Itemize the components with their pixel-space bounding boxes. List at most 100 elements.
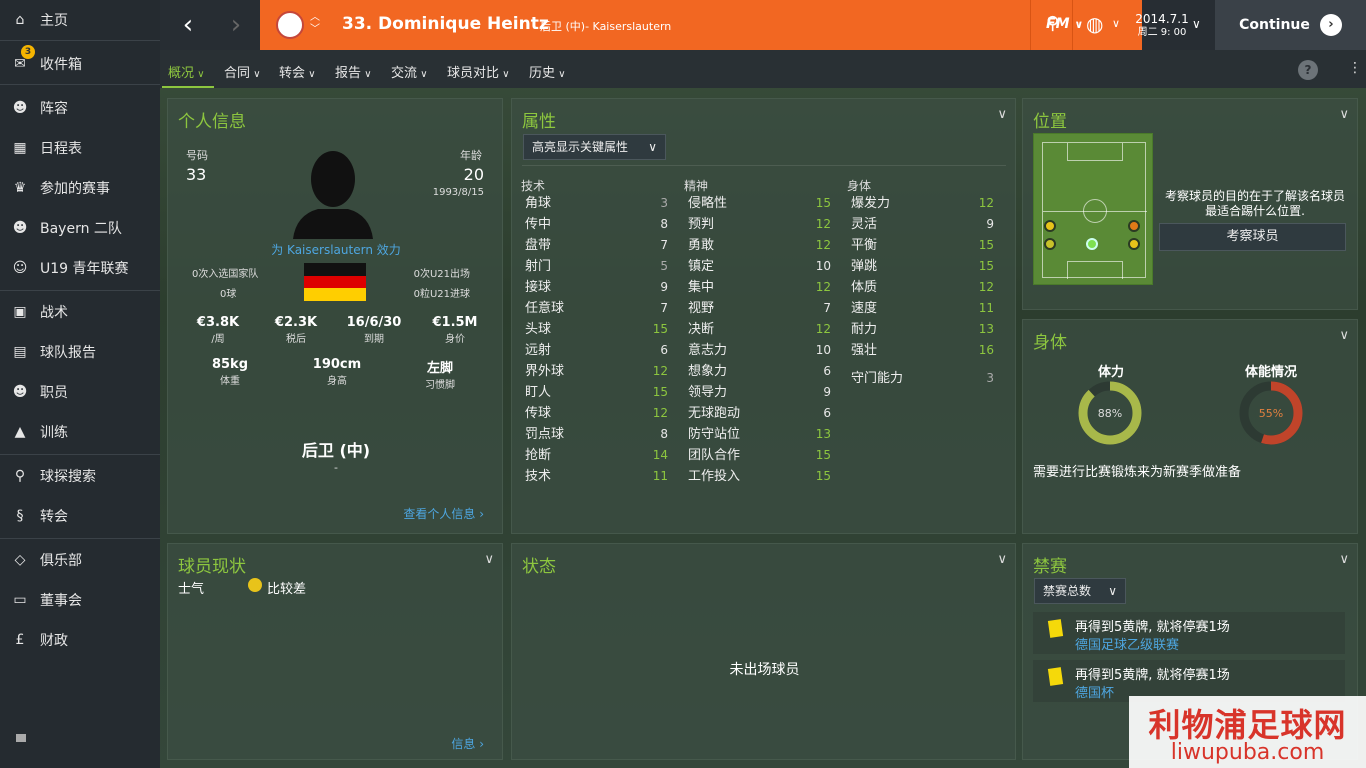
stamina-ring: 88% <box>1078 381 1142 445</box>
attribute-value: 9 <box>660 280 668 294</box>
tab[interactable]: 转会 ∨ <box>279 62 316 81</box>
suspension-dropdown[interactable]: 禁赛总数 ∨ <box>1034 578 1126 604</box>
sidebar-item[interactable]: ▭ 董事会 <box>0 582 160 618</box>
watermark: 利物浦足球网 liwupuba.com <box>1129 696 1366 768</box>
attribute-value: 5 <box>660 259 668 273</box>
sidebar-item[interactable]: ▲ 训练 <box>0 414 160 450</box>
attribute-name: 爆发力 <box>851 196 891 211</box>
attribute-name: 远射 <box>525 343 552 358</box>
chevron-down-icon: ∨ <box>305 69 316 80</box>
panel-title: 个人信息 <box>178 112 246 132</box>
weight: 85kg <box>211 357 249 372</box>
board-icon: ▭ <box>13 592 27 608</box>
attribute-name: 平衡 <box>851 238 878 253</box>
sidebar-item[interactable]: ☺ U19 青年联赛 <box>0 250 160 286</box>
home-icon: ⌂ <box>15 12 25 28</box>
attribute-value: 10 <box>815 343 831 357</box>
more-icon[interactable]: ⋮ <box>1348 60 1362 76</box>
condition-ring: 55% <box>1239 381 1303 445</box>
attribute-name: 预判 <box>688 217 715 232</box>
continue-button[interactable]: Continue › <box>1215 0 1366 50</box>
tab[interactable]: 概况 ∨ <box>168 62 205 81</box>
sidebar-item[interactable]: ▦ 日程表 <box>0 130 160 166</box>
chevron-down-icon[interactable]: ∨ <box>997 107 1007 122</box>
chevron-down-icon[interactable]: ∨ <box>1192 17 1201 31</box>
date-display[interactable]: 2014.7.1 周二 9: 00 <box>1122 13 1202 39</box>
sidebar-item[interactable]: £ 财政 <box>0 622 160 658</box>
sidebar-item[interactable]: ▣ 战术 <box>0 294 160 330</box>
attribute-value: 16 <box>978 343 994 357</box>
chevron-down-icon[interactable]: ∨ <box>1112 17 1120 30</box>
sidebar-item-label: 参加的赛事 <box>40 181 110 197</box>
attribute-value: 6 <box>823 364 831 378</box>
attribute-value: 15 <box>978 238 994 252</box>
attribute-value: 8 <box>660 217 668 231</box>
tab[interactable]: 历史 ∨ <box>529 62 566 81</box>
weight-label: 体重 <box>220 376 240 387</box>
position-pitch <box>1033 133 1153 285</box>
top-bar: ‹ › ︿ ﹀ 33. Dominique Heintz 后卫 (中)- Kais… <box>160 0 1366 50</box>
attribute-value: 15 <box>815 448 831 462</box>
tab[interactable]: 报告 ∨ <box>335 62 372 81</box>
number-label: 号码 <box>186 149 208 162</box>
attribute-value: 12 <box>652 406 668 420</box>
position-note: - <box>334 461 338 474</box>
after-tax-wage: €2.3K <box>274 315 318 330</box>
sidebar-item[interactable]: ☻ Bayern 二队 <box>0 210 160 246</box>
attribute-highlight-dropdown[interactable]: 高亮显示关键属性 ∨ <box>523 134 666 160</box>
club-icon: ◇ <box>14 552 26 568</box>
sidebar-item[interactable]: ▤ 球队报告 <box>0 334 160 370</box>
tab[interactable]: 交流 ∨ <box>391 62 428 81</box>
attribute-group-header: 身体 <box>847 179 872 193</box>
player-switch-icon[interactable]: ︿ ﹀ <box>310 12 320 36</box>
arrow-right-icon: › <box>1319 14 1342 36</box>
scout-player-button[interactable]: 考察球员 <box>1159 223 1346 251</box>
tab[interactable]: 球员对比 ∨ <box>447 62 510 81</box>
info-link[interactable]: 信息 › <box>451 735 484 752</box>
squad-icon: ☻ <box>12 100 28 116</box>
chevron-down-icon[interactable]: ∨ <box>997 552 1007 567</box>
caps: 0次入选国家队 <box>192 269 259 280</box>
chevron-down-icon[interactable]: ∨ <box>1339 552 1349 567</box>
panel-title: 球员现状 <box>178 557 246 577</box>
sidebar-item[interactable]: ⚲ 球探搜索 <box>0 458 160 494</box>
globe-icon[interactable]: ◍ <box>1086 12 1103 36</box>
sidebar-item[interactable]: ♛ 参加的赛事 <box>0 170 160 206</box>
sidebar-item[interactable]: ☻ 职员 <box>0 374 160 410</box>
chevron-down-icon[interactable]: ∨ <box>484 552 494 567</box>
tab[interactable]: 合同 ∨ <box>224 62 261 81</box>
attribute-value: 11 <box>978 301 994 315</box>
plays-for-link[interactable]: 为 Kaiserslautern 效力 <box>168 241 504 258</box>
attribute-name: 侵略性 <box>688 196 728 211</box>
chevron-down-icon[interactable]: ∨ <box>1339 328 1349 343</box>
player-status-panel: 球员现状 ∨ 士气 比较差 信息 › <box>167 543 503 760</box>
attribute-value: 15 <box>978 259 994 273</box>
yellow-card-icon <box>1047 619 1064 638</box>
sidebar-item[interactable]: ◇ 俱乐部 <box>0 542 160 578</box>
u21-goals: 0粒U21进球 <box>413 289 470 300</box>
view-profile-link[interactable]: 查看个人信息 › <box>403 505 484 522</box>
help-icon[interactable]: ? <box>1298 60 1318 80</box>
attribute-value: 7 <box>660 238 668 252</box>
sidebar-item[interactable]: ☻ 阵容 <box>0 90 160 126</box>
wage: €3.8K <box>196 315 240 330</box>
staff-icon: ☻ <box>12 384 28 400</box>
foot-label: 习惯脚 <box>425 380 455 391</box>
sidebar-item[interactable]: § 转会 <box>0 498 160 534</box>
chevron-down-icon: ∨ <box>194 69 205 80</box>
position-dot <box>1044 238 1056 250</box>
condition-value: 55% <box>1259 407 1283 420</box>
forward-button[interactable]: › <box>212 0 260 50</box>
attribute-value: 9 <box>823 385 831 399</box>
competition-link[interactable]: 德国足球乙级联赛 <box>1075 634 1179 653</box>
back-button[interactable]: ‹ <box>164 0 212 50</box>
club-crest-icon[interactable] <box>276 11 304 39</box>
fm-menu[interactable]: FM ∨ <box>1046 16 1083 32</box>
attribute-value: 6 <box>660 343 668 357</box>
competition-link[interactable]: 德国杯 <box>1075 682 1114 701</box>
attribute-name: 想象力 <box>688 364 728 379</box>
sidebar-item[interactable]: ⌂ 主页 <box>0 2 160 38</box>
sidebar-item-label: Bayern 二队 <box>40 221 122 237</box>
chevron-down-icon[interactable]: ∨ <box>1339 107 1349 122</box>
height-label: 身高 <box>327 376 347 387</box>
